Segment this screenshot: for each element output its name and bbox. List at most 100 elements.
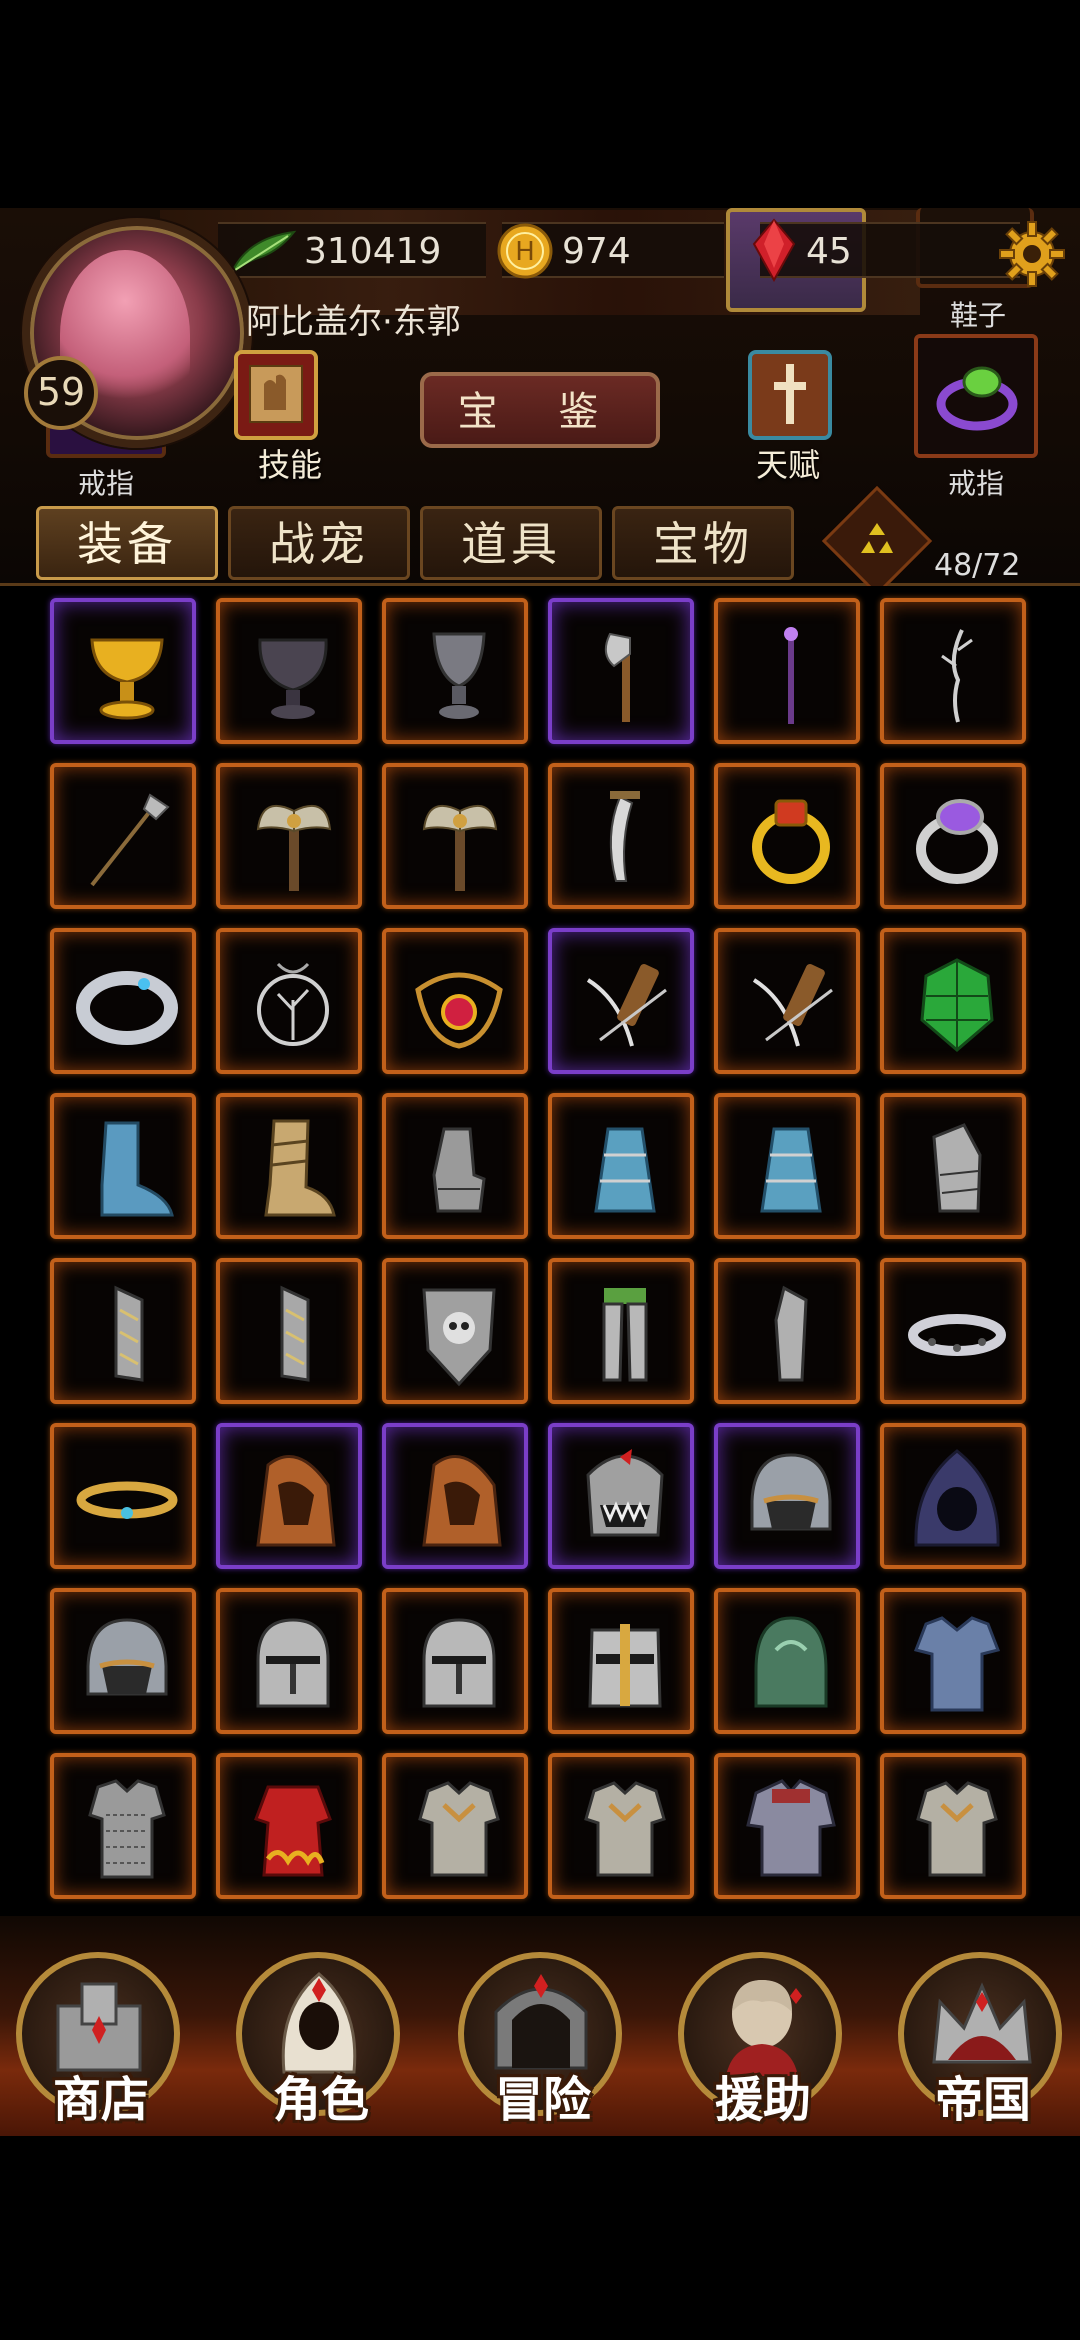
nav-assist[interactable]: 援助 <box>678 1942 848 2128</box>
silver-ring-icon <box>76 971 178 1045</box>
knight-helm-icon <box>422 1618 496 1708</box>
inventory-slot[interactable] <box>382 1423 528 1569</box>
nav-shop[interactable]: 商店 <box>16 1942 186 2128</box>
inventory-slot[interactable] <box>714 1093 860 1239</box>
golden-chalice-icon <box>90 638 164 720</box>
green-helm-icon <box>754 1616 828 1708</box>
inventory-slot[interactable] <box>880 1093 1026 1239</box>
inventory-slot[interactable] <box>880 928 1026 1074</box>
inventory-slot[interactable] <box>216 598 362 744</box>
iron-helm-icon <box>86 1618 168 1696</box>
inventory-slot[interactable] <box>548 1093 694 1239</box>
inventory-slot[interactable] <box>548 1588 694 1734</box>
nav-character-label: 角色 <box>272 2072 369 2128</box>
inventory-slot[interactable] <box>50 763 196 909</box>
inventory-slot[interactable] <box>714 1423 860 1569</box>
dark-urn-icon <box>258 638 328 719</box>
nav-adventure-label: 冒险 <box>494 2072 591 2128</box>
chainmail-icon <box>88 1779 166 1879</box>
blue-skirt-icon <box>760 1127 822 1213</box>
leaf-exp-icon <box>229 230 297 276</box>
inventory-slot[interactable] <box>50 1753 196 1899</box>
inventory-slot[interactable] <box>548 1423 694 1569</box>
inventory-slot[interactable] <box>216 1588 362 1734</box>
inventory-slot[interactable] <box>880 1753 1026 1899</box>
inventory-slot[interactable] <box>880 763 1026 909</box>
inventory-slot[interactable] <box>548 598 694 744</box>
inventory-slot[interactable] <box>216 928 362 1074</box>
twig-wand-icon <box>941 629 973 723</box>
inventory-slot[interactable] <box>548 928 694 1074</box>
leg-armor-icon <box>602 1288 648 1382</box>
inventory-slot[interactable] <box>714 928 860 1074</box>
inventory-slot[interactable] <box>50 1093 196 1239</box>
inventory-slot[interactable] <box>216 1093 362 1239</box>
inventory-slot[interactable] <box>880 598 1026 744</box>
inventory-slot[interactable] <box>216 1753 362 1899</box>
talent-book-icon[interactable] <box>744 346 836 442</box>
tab-items[interactable]: 道具 <box>420 506 602 580</box>
double-axe-icon <box>422 805 498 891</box>
inventory-slot[interactable] <box>714 1258 860 1404</box>
inventory-slot[interactable] <box>216 1423 362 1569</box>
crown-icon <box>932 1982 1032 2064</box>
heavy-armor-icon <box>746 1779 836 1877</box>
green-shell-icon <box>920 958 994 1052</box>
inventory-slot[interactable] <box>548 763 694 909</box>
gem-value: 45 <box>806 231 852 272</box>
settings-gear-icon[interactable] <box>996 218 1068 290</box>
inventory-slot[interactable] <box>50 1258 196 1404</box>
equipped-ring-right-label: 戒指 <box>948 467 1005 500</box>
player-name: 阿比盖尔·东郭 <box>246 302 461 342</box>
inventory-slot[interactable] <box>714 1753 860 1899</box>
inventory-slot[interactable] <box>50 1423 196 1569</box>
inventory-slot[interactable] <box>382 1588 528 1734</box>
inventory-slot[interactable] <box>714 1588 860 1734</box>
blue-skirt-icon <box>594 1127 656 1213</box>
inventory-slot[interactable] <box>880 1258 1026 1404</box>
skill-label[interactable]: 技能 <box>258 440 322 486</box>
tab-treasures[interactable]: 宝物 <box>612 506 794 580</box>
inventory-slot[interactable] <box>714 598 860 744</box>
gold-value: 974 <box>562 231 631 272</box>
nav-empire[interactable]: 帝国 <box>898 1942 1068 2128</box>
hand-axe-icon <box>604 632 631 722</box>
gold-circlet-icon <box>76 1481 178 1519</box>
tab-equipment[interactable]: 装备 <box>36 506 218 580</box>
iron-helm-icon <box>750 1453 832 1531</box>
treasure-book-button[interactable]: 宝 鉴 <box>420 372 660 448</box>
inventory-slot[interactable] <box>50 1588 196 1734</box>
skill-book-icon[interactable] <box>230 346 322 442</box>
wrapped-boot-icon <box>264 1119 336 1217</box>
talent-label[interactable]: 天赋 <box>756 440 820 486</box>
inventory-slot[interactable] <box>880 1588 1026 1734</box>
inventory-slot[interactable] <box>548 1753 694 1899</box>
inventory-slot[interactable] <box>548 1258 694 1404</box>
svg-text:H: H <box>515 237 535 267</box>
blue-tunic-icon <box>913 1616 1001 1712</box>
plate-armor-icon <box>916 1781 998 1877</box>
plate-gauntlet-icon <box>932 1123 982 1213</box>
inventory-slot[interactable] <box>382 928 528 1074</box>
nav-adventure[interactable]: 冒险 <box>458 1942 628 2128</box>
inventory-slot[interactable] <box>382 763 528 909</box>
equipped-ring-right-slot[interactable] <box>914 334 1038 458</box>
nav-character[interactable]: 角色 <box>236 1942 406 2128</box>
inventory-slot[interactable] <box>382 1258 528 1404</box>
inventory-slot[interactable] <box>382 1093 528 1239</box>
curved-dagger-icon <box>609 791 640 882</box>
inventory-slot[interactable] <box>382 1753 528 1899</box>
inventory-slot[interactable] <box>216 763 362 909</box>
tab-pets[interactable]: 战宠 <box>228 506 410 580</box>
greave-icon <box>774 1285 808 1382</box>
inventory-slot[interactable] <box>880 1423 1026 1569</box>
inventory-slot[interactable] <box>50 598 196 744</box>
bottom-bezel <box>0 2136 1080 2340</box>
inventory-slot[interactable] <box>216 1258 362 1404</box>
inventory-slot[interactable] <box>382 598 528 744</box>
inventory-slot[interactable] <box>50 928 196 1074</box>
leather-hood-icon <box>422 1455 502 1547</box>
gauntlet-icon <box>432 1127 486 1213</box>
inventory-slot[interactable] <box>714 763 860 909</box>
bow-quiver-icon <box>586 963 667 1047</box>
